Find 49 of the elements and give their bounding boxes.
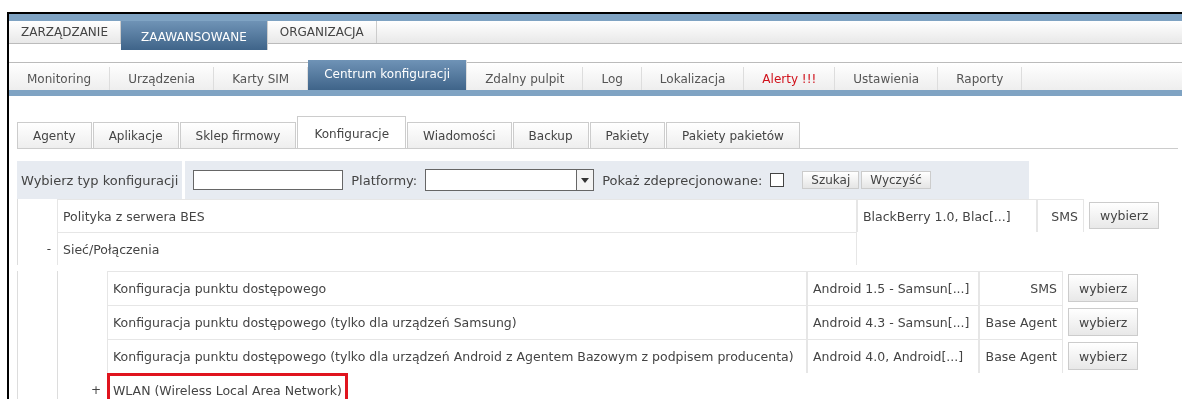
dropdown-arrow-icon (581, 177, 590, 183)
platforms-cell: BlackBerry 1.0, Blac[...] (857, 199, 1037, 232)
platforms-cell: Android 4.0, Android[...] (807, 339, 979, 373)
filter-button[interactable]: Wyczyść (861, 171, 931, 189)
deprecated-checkbox[interactable] (770, 173, 785, 187)
main-tab[interactable]: ZARZĄDZANIE (9, 21, 121, 43)
sub-tab[interactable]: Agenty (17, 122, 92, 148)
select-button[interactable]: wybierz (1089, 202, 1160, 229)
agent-cell: Base Agent (979, 305, 1063, 339)
sub-tab[interactable]: Wiadomości (407, 122, 512, 148)
type-input[interactable] (193, 170, 344, 190)
section-tab[interactable]: Lokalizacja (641, 67, 745, 90)
sub-tab[interactable]: Pakiety pakietów (666, 122, 800, 148)
select-button[interactable]: wybierz (1068, 274, 1139, 302)
section-tab[interactable]: Ustawienia (835, 67, 939, 90)
sub-tab[interactable]: Pakiety (589, 122, 666, 148)
expand-toggle[interactable]: + (90, 383, 101, 397)
platform-dropdown[interactable] (425, 169, 595, 191)
section-tab[interactable]: Log (583, 67, 642, 90)
section-tab[interactable]: Centrum konfiguracji (308, 60, 468, 90)
tree-item-label[interactable]: Konfiguracja punktu dostępowego (tylko dla urządzeń Android z Agentem Bazowym z podpisem producenta) (107, 339, 807, 373)
agent-cell: SMS (1037, 199, 1084, 232)
select-button[interactable]: wybierz (1068, 308, 1139, 336)
section-tab[interactable]: Zdalny pulpit (467, 67, 584, 90)
field-label: Pokaż zdeprecjonowane: (602, 172, 763, 188)
platforms-cell: Android 1.5 - Samsun[...] (807, 271, 979, 305)
tree-item-label[interactable]: Polityka z serwera BES (57, 199, 857, 232)
section-tab[interactable]: Alerty !!! (744, 67, 836, 90)
tree-item-label[interactable]: Konfiguracja punktu dostępowego (107, 271, 807, 305)
tree-item-label[interactable]: WLAN (Wireless Local Area Network) (107, 373, 348, 399)
tree-item-label[interactable]: Konfiguracja punktu dostępowego (tylko dla urządzeń Samsung) (107, 305, 807, 339)
sub-tab[interactable]: Konfiguracje (297, 116, 407, 148)
section-tab[interactable]: Urządzenia (110, 67, 215, 90)
platforms-cell: Android 4.3 - Samsun[...] (807, 305, 979, 339)
field-label: Wybierz typ konfiguracji (17, 161, 186, 199)
expand-toggle[interactable]: - (46, 241, 51, 256)
agent-cell: SMS (979, 271, 1063, 305)
field-label: Platformy: (351, 172, 418, 188)
sub-tab[interactable]: Backup (512, 122, 589, 148)
sub-tab[interactable]: Sklep firmowy (179, 122, 297, 148)
agent-cell: Base Agent (979, 339, 1063, 373)
section-tab[interactable]: Raporty (938, 67, 1023, 90)
filter-button[interactable]: Szukaj (802, 171, 860, 189)
select-button[interactable]: wybierz (1068, 342, 1139, 370)
tree-item-label[interactable]: Sieć/Połączenia (57, 232, 857, 265)
sub-tab[interactable]: Aplikacje (92, 122, 179, 148)
section-tab[interactable]: Monitoring (9, 67, 111, 90)
main-tab[interactable]: ZAAWANSOWANE (120, 21, 268, 50)
main-tab[interactable]: ORGANIZACJA (267, 21, 377, 43)
